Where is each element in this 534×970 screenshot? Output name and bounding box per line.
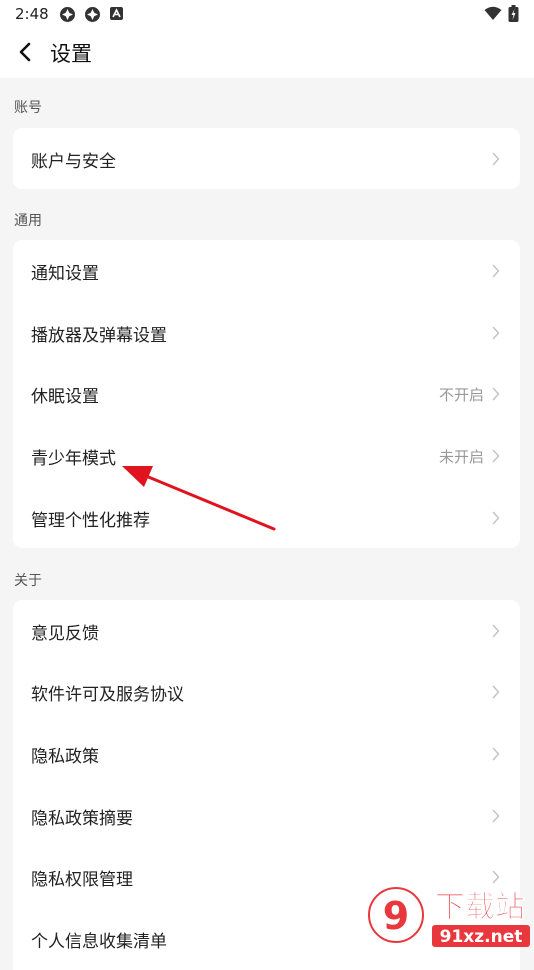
chevron-right-icon bbox=[492, 685, 500, 699]
settings-card-account: 账户与安全 bbox=[13, 128, 520, 189]
settings-item-label: 播放器及弹幕设置 bbox=[31, 326, 167, 346]
settings-item-feedback[interactable]: 意见反馈 bbox=[13, 600, 520, 662]
settings-item-label: 意见反馈 bbox=[31, 624, 99, 644]
svg-text:9: 9 bbox=[383, 894, 409, 938]
settings-item-label: 软件许可及服务协议 bbox=[31, 685, 184, 705]
svg-text:下载站: 下载站 bbox=[435, 890, 525, 925]
section-label-general: 通用 bbox=[14, 213, 42, 229]
settings-item-label: 隐私政策摘要 bbox=[31, 809, 133, 829]
settings-item-teen-mode[interactable]: 青少年模式 未开启 bbox=[13, 425, 520, 487]
settings-item-privacy-policy[interactable]: 隐私政策 bbox=[13, 723, 520, 785]
settings-item-personalized-recommendations[interactable]: 管理个性化推荐 bbox=[13, 487, 520, 548]
settings-item-sleep[interactable]: 休眠设置 不开启 bbox=[13, 363, 520, 425]
settings-item-label: 青少年模式 bbox=[31, 449, 116, 469]
settings-item-license-agreement[interactable]: 软件许可及服务协议 bbox=[13, 661, 520, 723]
svg-text:91xz.net: 91xz.net bbox=[440, 927, 523, 947]
settings-item-player-danmaku[interactable]: 播放器及弹幕设置 bbox=[13, 302, 520, 364]
status-time: 2:48 bbox=[15, 5, 49, 23]
settings-item-notifications[interactable]: 通知设置 bbox=[13, 240, 520, 302]
battery-icon bbox=[508, 5, 519, 22]
section-label-about: 关于 bbox=[14, 573, 42, 589]
settings-item-privacy-summary[interactable]: 隐私政策摘要 bbox=[13, 785, 520, 847]
settings-item-account-security[interactable]: 账户与安全 bbox=[13, 128, 520, 189]
chevron-right-icon bbox=[492, 511, 500, 525]
chevron-right-icon bbox=[492, 387, 500, 401]
settings-item-label: 通知设置 bbox=[31, 264, 99, 284]
settings-item-label: 隐私权限管理 bbox=[31, 870, 133, 890]
accessibility-icon bbox=[110, 7, 123, 20]
settings-card-general: 通知设置 播放器及弹幕设置 休眠设置 不开启 青少年模式 未开启 管理个性化推荐 bbox=[13, 240, 520, 548]
settings-item-label: 休眠设置 bbox=[31, 387, 99, 407]
settings-item-label: 隐私政策 bbox=[31, 747, 99, 767]
chevron-right-icon bbox=[492, 747, 500, 761]
wifi-icon bbox=[484, 6, 502, 20]
chevron-right-icon bbox=[492, 152, 500, 166]
chevron-right-icon bbox=[492, 264, 500, 278]
status-bar: 2:48 bbox=[0, 0, 534, 28]
site-logo-icon: 9 下载站 91xz.net bbox=[368, 887, 530, 947]
settings-item-label: 个人信息收集清单 bbox=[31, 932, 167, 952]
chevron-right-icon bbox=[492, 870, 500, 884]
back-arrow-icon[interactable] bbox=[12, 38, 40, 66]
chevron-right-icon bbox=[492, 326, 500, 340]
settings-item-value: 不开启 bbox=[438, 386, 484, 404]
chevron-right-icon bbox=[492, 449, 500, 463]
settings-item-label: 账户与安全 bbox=[31, 152, 116, 172]
chevron-right-icon bbox=[492, 809, 500, 823]
app-notification-icon bbox=[60, 7, 75, 22]
page-title: 设置 bbox=[50, 42, 92, 66]
watermark-logo: 9 下载站 91xz.net bbox=[362, 884, 534, 950]
app-header: 设置 bbox=[0, 28, 534, 78]
chevron-right-icon bbox=[492, 624, 500, 638]
section-label-account: 账号 bbox=[14, 100, 42, 116]
app-notification-icon bbox=[85, 7, 100, 22]
settings-item-label: 管理个性化推荐 bbox=[31, 511, 150, 531]
settings-item-value: 未开启 bbox=[438, 448, 484, 466]
